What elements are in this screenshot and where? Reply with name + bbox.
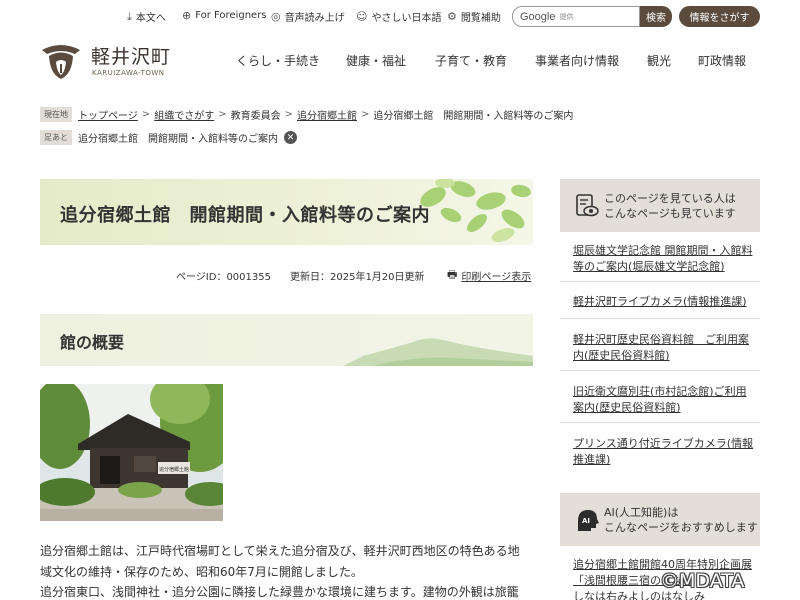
related-link-1[interactable]: 堀辰雄文学記念館 開館期間・入館料 等のご案内(堀辰雄文学記念館) [573, 243, 753, 275]
search-input[interactable]: Google 提供 [512, 6, 640, 27]
gear-icon: ⚙ [447, 10, 457, 23]
global-nav: くらし・手続き 健康・福祉 子育て・教育 事業者向け情報 観光 町政情報 [0, 52, 800, 68]
speaker-icon: ◎ [271, 10, 281, 23]
nav-childcare[interactable]: 子育て・教育 [435, 52, 507, 69]
ai-recommend-heading: AI(人工知能)は こんなページをおすすめします [604, 506, 758, 534]
google-brand-note: 提供 [559, 12, 574, 21]
remove-history-icon[interactable]: ✕ [284, 131, 297, 144]
breadcrumb-current: 追分宿郷土館 開館期間・入館料等のご案内 [373, 111, 574, 122]
ai-head-icon: AI [578, 510, 599, 531]
related-link-2[interactable]: 軽井沢町ライブカメラ(情報推進課) [573, 294, 747, 310]
search-button[interactable]: 検索 [640, 6, 672, 27]
history-trail: 足あと 追分宿郷土館 開館期間・入館料等のご案内 ✕ [40, 130, 297, 145]
breadcrumb-org[interactable]: 組織でさがす [154, 107, 214, 122]
history-tag: 足あと [40, 130, 72, 145]
print-link[interactable]: 🖶 印刷ページ表示 [447, 266, 531, 285]
arrow-down-icon: ⤓ [127, 9, 132, 23]
nav-town-info[interactable]: 町政情報 [698, 52, 746, 69]
breadcrumb-top[interactable]: トップページ [78, 107, 138, 122]
page-title: 追分宿郷土館 開館期間・入館料等のご案内 [60, 205, 430, 226]
section-title: 館の概要 [60, 333, 125, 352]
history-item[interactable]: 追分宿郷土館 開館期間・入館料等のご案内 [78, 130, 278, 145]
related-link-3[interactable]: 軽井沢町歴史民俗資料館 ご利用案 内(歴史民俗資料館) [573, 332, 749, 364]
nav-health[interactable]: 健康・福祉 [346, 52, 406, 69]
google-brand: Google [520, 10, 556, 23]
photo-sign-text: 追分宿郷土館 [159, 466, 189, 473]
related-pages-box: このページを見ている人は こんなページも見ています [560, 179, 760, 232]
body-paragraph-1a: 追分宿郷土館は、江戸時代宿場町として栄えた追分宿及び、軽井沢町西地区の特色ある地 [40, 544, 520, 558]
nav-tourism[interactable]: 観光 [647, 52, 671, 69]
ai-recommend-box: AI AI(人工知能)は こんなページをおすすめします [560, 493, 760, 546]
globe-icon: ⊕ [182, 9, 192, 22]
ai-badge-text: AI [582, 517, 590, 525]
find-info-button[interactable]: 情報をさがす [679, 6, 760, 27]
breadcrumb-education: 教育委員会 [230, 111, 281, 122]
mountain-decoration [343, 338, 533, 366]
nav-business[interactable]: 事業者向け情報 [535, 52, 619, 69]
skip-to-content-link[interactable]: ⤓ 本文へ [127, 9, 166, 25]
utility-bar: ⤓ 本文へ ⊕ For Foreigners ◎ 音声読み上げ ☺ やさしい日本… [0, 6, 800, 28]
easy-japanese-link[interactable]: ☺ やさしい日本語 [356, 9, 441, 24]
watermark: ©MDATA [660, 570, 745, 592]
nav-living[interactable]: くらし・手続き [236, 52, 320, 69]
smile-icon: ☺ [356, 10, 368, 23]
read-aloud-link[interactable]: ◎ 音声読み上げ [271, 9, 345, 24]
current-location-tag: 現在地 [40, 107, 72, 122]
updated-date: 更新日：2025年1月20日更新 [290, 272, 425, 283]
breadcrumb: 現在地 トップページ > 組織でさがす > 教育委員会 > 追分宿郷土館 > 追… [40, 107, 573, 122]
document-eye-icon [576, 194, 599, 217]
breadcrumb-museum[interactable]: 追分宿郷土館 [297, 107, 357, 122]
related-link-4[interactable]: 旧近衛文麿別荘(市村記念館)ご利用 案内(歴史民俗資料館) [573, 384, 747, 416]
related-link-5[interactable]: プリンス通り付近ライブカメラ(情報 推進課) [573, 436, 753, 468]
for-foreigners-link[interactable]: ⊕ For Foreigners [182, 9, 267, 22]
page-title-banner: 追分宿郷土館 開館期間・入館料等のご案内 [40, 179, 533, 245]
page-id: ページID：0001355 [176, 272, 271, 283]
body-paragraph-2: 追分宿東口、浅間神社・追分公園に隣接した緑豊かな環境に建ちます。建物の外観は旅籠 [40, 585, 519, 599]
related-pages-heading: このページを見ている人は こんなページも見ています [604, 192, 736, 220]
logo-town-sub: KARUIZAWA-TOWN [92, 69, 165, 77]
museum-photo: 追分宿郷土館 [40, 384, 223, 521]
printer-icon: 🖶 [447, 268, 458, 281]
accessibility-link[interactable]: ⚙ 閲覧補助 [447, 9, 501, 24]
body-paragraph-1b: 域文化の維持・保存のため、昭和60年7月に開館しました。 [40, 565, 363, 579]
section-heading: 館の概要 [40, 314, 533, 366]
